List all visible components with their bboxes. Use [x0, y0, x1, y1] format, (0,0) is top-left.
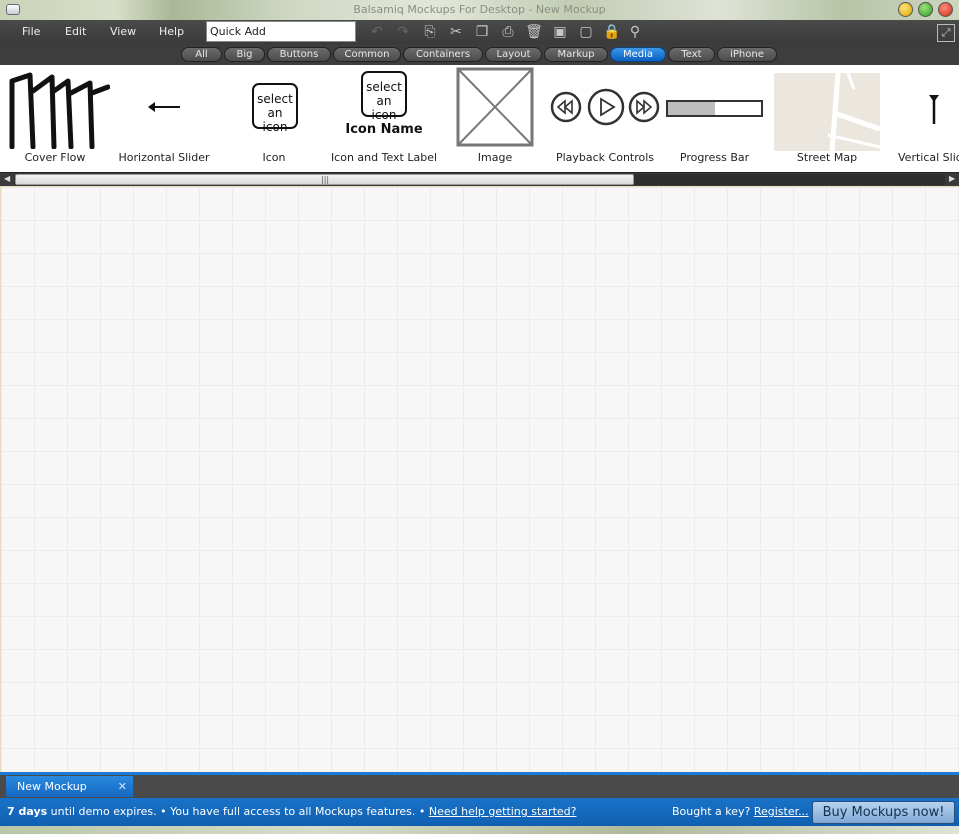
icon-text-thumb-line2: an icon: [371, 94, 397, 122]
ui-library-strip: Cover Flow Horizontal Slider select an i…: [0, 65, 959, 172]
filter-bar: All Big Buttons Common Containers Layout…: [0, 44, 959, 65]
library-item-label: Playback Controls: [555, 151, 655, 164]
library-item-label: Icon and Text Label: [330, 151, 438, 164]
horizontal-slider-thumbnail: [148, 102, 180, 112]
copy-icon[interactable]: ⎘: [421, 23, 439, 41]
filter-iphone[interactable]: iPhone: [717, 47, 777, 62]
icon-text-thumb-line1: select: [366, 80, 402, 94]
filter-markup[interactable]: Markup: [544, 47, 608, 62]
paste-icon[interactable]: ⎙: [499, 23, 517, 41]
library-item-icon[interactable]: select an icon Icon: [234, 65, 314, 172]
undo-icon[interactable]: ↶: [368, 23, 386, 41]
filter-big[interactable]: Big: [224, 47, 265, 62]
fullscreen-icon[interactable]: ⤢: [937, 24, 955, 42]
cover-flow-thumbnail: [9, 72, 110, 149]
demo-text: until demo expires. • You have full acce…: [47, 805, 429, 818]
key-text: Bought a key?: [672, 805, 754, 818]
title-bar: Balsamiq Mockups For Desktop - New Mocku…: [0, 0, 959, 20]
filter-text[interactable]: Text: [668, 47, 715, 62]
minimize-button[interactable]: [898, 2, 913, 17]
library-item-label: Image: [477, 151, 513, 164]
icon-text-thumb-caption: Icon Name: [345, 122, 423, 137]
library-item-horizontal-slider[interactable]: Horizontal Slider: [115, 65, 213, 172]
menu-view[interactable]: View: [110, 25, 136, 38]
library-item-icon-and-text-label[interactable]: select an icon Icon Name Icon and Text L…: [328, 65, 440, 172]
progress-bar-thumbnail: [664, 69, 765, 149]
scroll-left-icon[interactable]: ◀: [4, 174, 10, 183]
icon-thumbnail: select an icon: [234, 69, 314, 149]
filter-buttons[interactable]: Buttons: [267, 47, 331, 62]
library-item-label: Horizontal Slider: [118, 151, 210, 164]
window-title: Balsamiq Mockups For Desktop - New Mocku…: [353, 3, 606, 16]
demo-message: 7 days until demo expires. • You have fu…: [7, 805, 576, 818]
buy-button[interactable]: Buy Mockups now!: [812, 801, 955, 824]
library-item-label: Icon: [262, 151, 286, 164]
demo-days: 7 days: [7, 805, 48, 818]
library-scrollbar[interactable]: ◀ ||| ▶: [0, 172, 959, 186]
group-icon[interactable]: ▣: [551, 23, 569, 41]
filter-layout[interactable]: Layout: [485, 47, 542, 62]
vertical-slider-thumbnail: [929, 95, 939, 124]
street-map-thumbnail: [774, 72, 880, 152]
window-controls: [898, 2, 953, 17]
scroll-right-icon[interactable]: ▶: [949, 174, 955, 183]
library-item-label: Street Map: [796, 151, 858, 164]
library-item-cover-flow[interactable]: Cover Flow: [0, 65, 110, 172]
library-item-label: Vertical Slid: [898, 151, 959, 164]
filter-common[interactable]: Common: [333, 47, 401, 62]
icon-thumb-line1: select: [257, 92, 293, 106]
redo-icon[interactable]: ↷: [394, 23, 412, 41]
register-link[interactable]: Register...: [754, 805, 809, 818]
playback-controls-thumbnail: [550, 88, 660, 126]
library-item-image[interactable]: Image: [454, 65, 536, 172]
desktop-strip: [0, 826, 959, 834]
library-item-vertical-slider[interactable]: Vertical Slid: [893, 65, 959, 172]
app-window: Balsamiq Mockups For Desktop - New Mocku…: [0, 0, 959, 834]
lock-icon[interactable]: 🔒: [603, 23, 621, 41]
filter-containers[interactable]: Containers: [403, 47, 483, 62]
library-item-playback-controls[interactable]: Playback Controls: [548, 65, 662, 172]
grip-icon: |||: [321, 175, 330, 184]
duplicate-icon[interactable]: ❐: [473, 23, 491, 41]
search-icon[interactable]: ⚲: [626, 23, 644, 41]
library-item-label: Progress Bar: [679, 151, 750, 164]
filter-all[interactable]: All: [181, 47, 222, 62]
cut-icon[interactable]: ✂: [447, 23, 465, 41]
help-link[interactable]: Need help getting started?: [429, 805, 577, 818]
scrollbar-thumb[interactable]: |||: [15, 174, 634, 185]
library-item-street-map[interactable]: Street Map: [774, 65, 880, 172]
close-tab-icon[interactable]: ✕: [118, 780, 127, 793]
delete-icon[interactable]: 🗑: [525, 23, 543, 41]
image-thumbnail: [456, 67, 534, 147]
icon-and-text-thumbnail: select an icon Icon Name: [328, 69, 440, 149]
filter-media[interactable]: Media: [610, 47, 666, 62]
tab-new-mockup[interactable]: New Mockup ✕: [6, 776, 133, 797]
icon-thumb-line2: an icon: [262, 106, 288, 134]
maximize-button[interactable]: [918, 2, 933, 17]
status-bar: 7 days until demo expires. • You have fu…: [0, 798, 959, 826]
library-item-progress-bar[interactable]: Progress Bar: [664, 65, 765, 172]
tab-label: New Mockup: [17, 780, 87, 793]
menu-help[interactable]: Help: [159, 25, 184, 38]
ungroup-icon[interactable]: ▢: [577, 23, 595, 41]
library-item-label: Cover Flow: [24, 151, 86, 164]
mockup-canvas[interactable]: [0, 186, 959, 772]
menu-file[interactable]: File: [22, 25, 40, 38]
register-message: Bought a key? Register...: [672, 805, 809, 818]
quick-add-input[interactable]: Quick Add: [206, 21, 356, 42]
menu-edit[interactable]: Edit: [65, 25, 86, 38]
progress-bar-fill: [668, 102, 715, 115]
document-tab-bar: New Mockup ✕: [0, 772, 959, 798]
close-button[interactable]: [938, 2, 953, 17]
